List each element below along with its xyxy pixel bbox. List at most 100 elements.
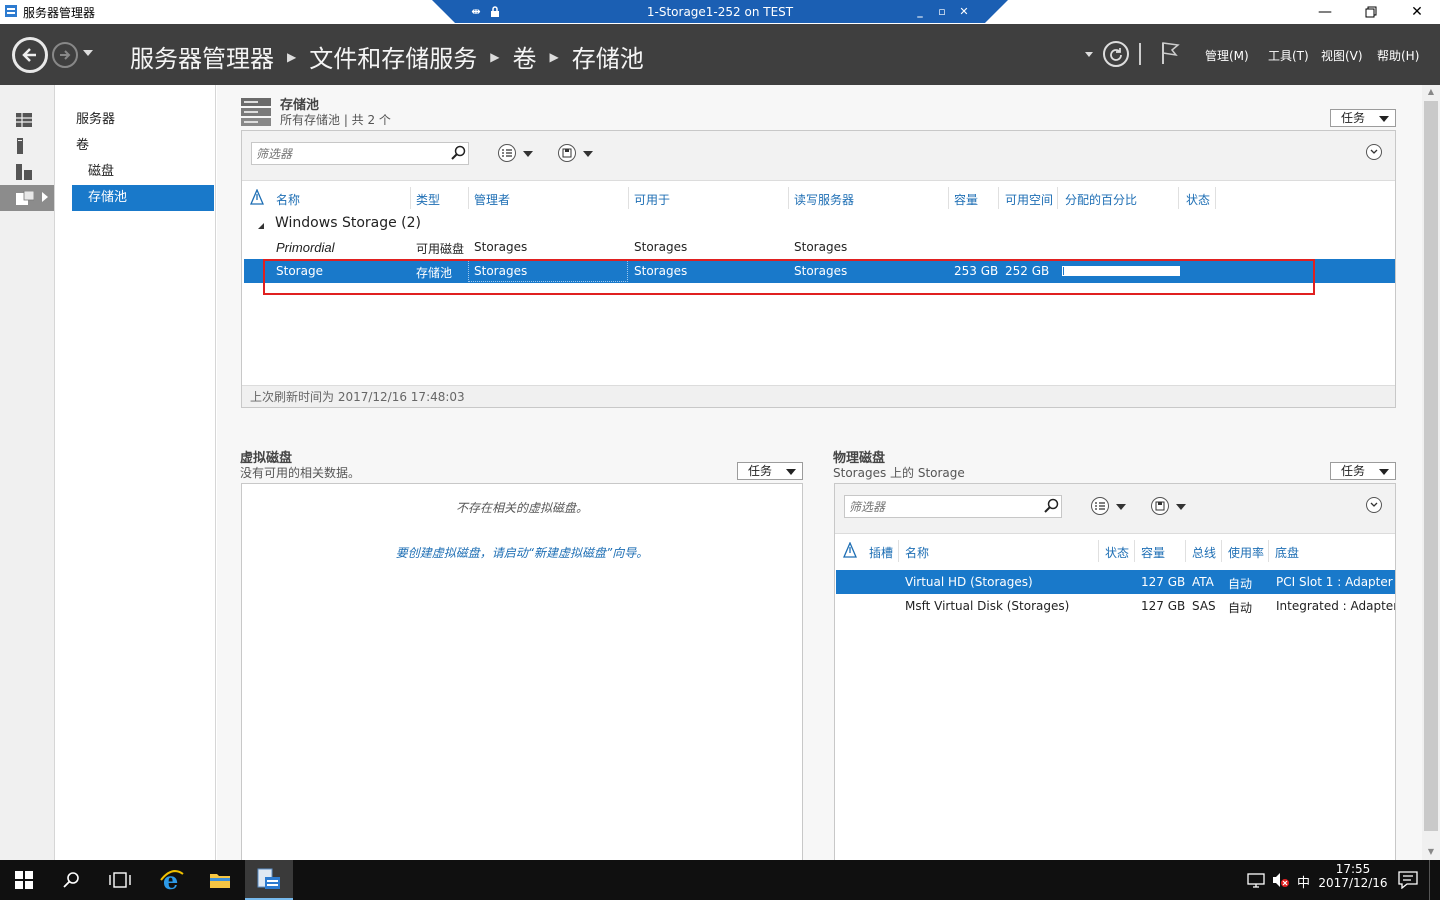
group-header[interactable]: Windows Storage (2) bbox=[275, 215, 421, 231]
scrollbar-thumb[interactable] bbox=[1424, 101, 1438, 831]
pools-filter-input[interactable] bbox=[251, 142, 469, 165]
refresh-dropdown-icon[interactable] bbox=[1085, 52, 1093, 57]
vdisks-tasks-button[interactable]: 任务 bbox=[737, 462, 803, 480]
column-header-status[interactable]: 状态 bbox=[1186, 191, 1210, 208]
dashboard-nav-button[interactable] bbox=[0, 107, 54, 133]
column-divider bbox=[1268, 540, 1269, 562]
column-header-status[interactable]: 状态 bbox=[1105, 544, 1129, 561]
internet-explorer-button[interactable]: e bbox=[148, 860, 196, 900]
save-query-button[interactable] bbox=[558, 144, 576, 162]
collapse-panel-button[interactable] bbox=[1366, 144, 1382, 160]
column-header-name[interactable]: 名称 bbox=[905, 544, 929, 561]
all-servers-nav-button[interactable] bbox=[0, 159, 54, 185]
breadcrumb-item[interactable]: 文件和存储服务 bbox=[309, 39, 477, 74]
menu-manage[interactable]: 管理(M) bbox=[1205, 47, 1249, 64]
volume-muted-icon[interactable] bbox=[1272, 872, 1290, 888]
column-header-available-to[interactable]: 可用于 bbox=[634, 191, 670, 208]
breadcrumb-item[interactable]: 卷 bbox=[512, 39, 536, 74]
column-divider bbox=[1215, 187, 1216, 209]
breadcrumb-item[interactable]: 存储池 bbox=[572, 39, 644, 74]
save-query-dropdown-icon[interactable] bbox=[1176, 504, 1186, 510]
pdisks-panel: 插槽 名称 状态 容量 总线 使用率 底盘 Virtual HD (Storag… bbox=[834, 483, 1396, 863]
column-header-type[interactable]: 类型 bbox=[416, 191, 440, 208]
table-row[interactable]: Msft Virtual Disk (Storages) 127 GB SAS … bbox=[836, 594, 1395, 618]
nav-item-disks[interactable]: 磁盘 bbox=[72, 159, 214, 185]
column-header-allocated-percent[interactable]: 分配的百分比 bbox=[1065, 191, 1137, 208]
scroll-down-icon[interactable]: ▼ bbox=[1422, 845, 1440, 859]
table-row[interactable]: Primordial 可用磁盘 Storages Storages Storag… bbox=[244, 236, 1394, 258]
vdisks-empty-text: 不存在相关的虚拟磁盘。 bbox=[455, 501, 588, 515]
scroll-up-icon[interactable]: ▲ bbox=[1422, 85, 1440, 99]
rdp-minimize-button[interactable]: _ bbox=[912, 3, 928, 19]
pdisks-filter-bar bbox=[835, 484, 1395, 534]
history-dropdown-icon[interactable] bbox=[83, 50, 93, 56]
task-view-button[interactable] bbox=[96, 860, 144, 900]
search-taskbar-button[interactable] bbox=[48, 860, 96, 900]
notifications-flag-icon[interactable] bbox=[1160, 41, 1180, 65]
close-button[interactable]: ✕ bbox=[1394, 0, 1440, 24]
file-storage-nav-button[interactable] bbox=[0, 185, 54, 211]
forward-button[interactable] bbox=[52, 42, 78, 68]
action-center-icon[interactable] bbox=[1398, 871, 1418, 889]
view-options-dropdown-icon[interactable] bbox=[1116, 504, 1126, 510]
maximize-button[interactable] bbox=[1348, 0, 1394, 24]
view-options-dropdown-icon[interactable] bbox=[523, 151, 533, 157]
menu-view[interactable]: 视图(V) bbox=[1321, 47, 1363, 64]
rdp-close-button[interactable]: ✕ bbox=[956, 3, 972, 19]
column-header-managed-by[interactable]: 管理者 bbox=[474, 191, 510, 208]
refresh-button[interactable] bbox=[1103, 41, 1129, 67]
vdisks-new-wizard-link[interactable]: 要创建虚拟磁盘，请启动“新建虚拟磁盘”向导。 bbox=[242, 544, 802, 561]
search-icon[interactable] bbox=[1044, 498, 1060, 514]
back-button[interactable] bbox=[12, 37, 48, 73]
refresh-icon bbox=[1110, 48, 1122, 61]
show-desktop-button[interactable] bbox=[1429, 860, 1432, 900]
pools-tasks-button[interactable]: 任务 bbox=[1330, 109, 1396, 127]
save-query-dropdown-icon[interactable] bbox=[583, 151, 593, 157]
breadcrumb-item[interactable]: 服务器管理器 bbox=[130, 39, 274, 74]
group-collapse-icon[interactable] bbox=[257, 222, 265, 230]
column-header-usage[interactable]: 使用率 bbox=[1228, 544, 1264, 561]
save-query-button[interactable] bbox=[1151, 497, 1169, 515]
vertical-scrollbar[interactable]: ▲ ▼ bbox=[1422, 85, 1440, 860]
column-header-chassis[interactable]: 底盘 bbox=[1275, 544, 1299, 561]
start-button[interactable] bbox=[0, 860, 48, 900]
column-header-name[interactable]: 名称 bbox=[276, 191, 300, 208]
column-header-rw-server[interactable]: 读写服务器 bbox=[794, 191, 854, 208]
view-options-button[interactable] bbox=[498, 144, 516, 162]
nav-item-storage-pools[interactable]: 存储池 bbox=[72, 185, 214, 211]
file-storage-icon bbox=[16, 191, 34, 205]
tasks-label: 任务 bbox=[1341, 464, 1366, 478]
column-header-capacity[interactable]: 容量 bbox=[954, 191, 978, 208]
ime-indicator[interactable]: 中 bbox=[1297, 872, 1310, 891]
column-header-free-space[interactable]: 可用空间 bbox=[1005, 191, 1053, 208]
pdisks-tasks-button[interactable]: 任务 bbox=[1330, 462, 1396, 480]
view-options-button[interactable] bbox=[1091, 497, 1109, 515]
warning-filter-icon[interactable] bbox=[250, 189, 264, 205]
minimize-button[interactable]: — bbox=[1302, 0, 1348, 24]
collapse-panel-button[interactable] bbox=[1366, 497, 1382, 513]
row-capacity: 127 GB bbox=[1141, 599, 1186, 613]
row-capacity: 127 GB bbox=[1141, 575, 1186, 589]
nav-item-servers[interactable]: 服务器 bbox=[72, 107, 214, 133]
pdisks-filter-input[interactable] bbox=[844, 495, 1062, 518]
nav-item-volumes[interactable]: 卷 bbox=[72, 133, 214, 159]
server-manager-taskbar-button[interactable] bbox=[245, 860, 293, 900]
column-header-slot[interactable]: 插槽 bbox=[869, 544, 893, 561]
list-icon bbox=[1095, 502, 1105, 510]
column-divider bbox=[628, 187, 629, 209]
menu-help[interactable]: 帮助(H) bbox=[1377, 47, 1419, 64]
menu-tools[interactable]: 工具(T) bbox=[1268, 47, 1309, 64]
column-header-bus[interactable]: 总线 bbox=[1192, 544, 1216, 561]
clock-date: 2017/12/16 bbox=[1318, 876, 1388, 890]
table-row-selected[interactable]: Virtual HD (Storages) 127 GB ATA 自动 PCI … bbox=[836, 570, 1395, 594]
column-header-capacity[interactable]: 容量 bbox=[1141, 544, 1165, 561]
warning-filter-icon[interactable] bbox=[843, 542, 857, 558]
search-icon[interactable] bbox=[451, 145, 467, 161]
column-divider bbox=[410, 187, 411, 209]
clock[interactable]: 17:55 2017/12/16 bbox=[1318, 862, 1388, 898]
network-icon[interactable] bbox=[1247, 872, 1265, 888]
local-server-nav-button[interactable] bbox=[0, 133, 54, 159]
file-explorer-button[interactable] bbox=[196, 860, 244, 900]
pools-filter-bar bbox=[242, 131, 1395, 181]
rdp-restore-button[interactable]: ▫ bbox=[934, 3, 950, 19]
